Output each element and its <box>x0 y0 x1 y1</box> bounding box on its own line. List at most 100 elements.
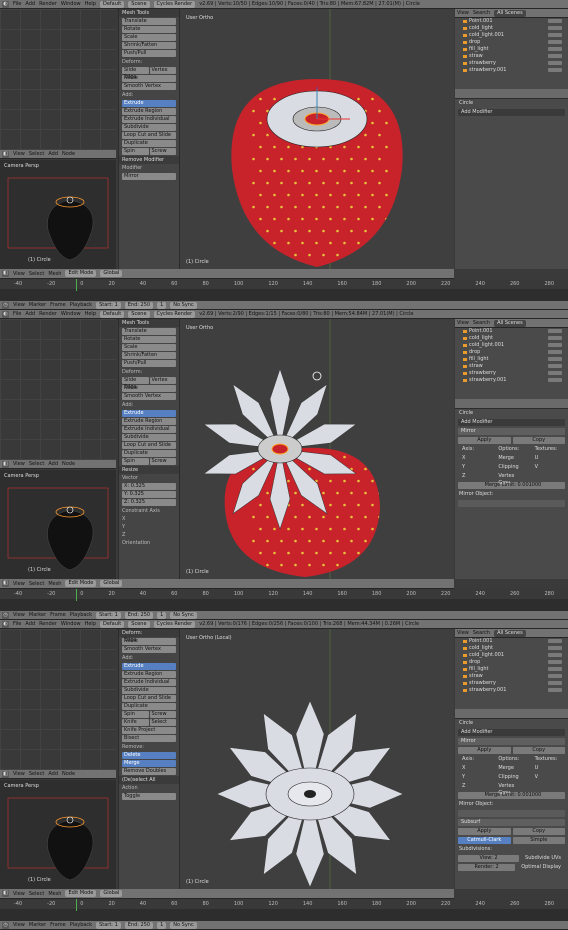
current-frame-field[interactable]: 1 <box>157 611 167 619</box>
tool-button-extrude-region[interactable]: Extrude Region <box>122 671 176 678</box>
add-modifier-button[interactable]: Add Modifier <box>458 109 565 116</box>
outliner-all-scenes[interactable]: All Scenes <box>494 629 526 637</box>
apply-button[interactable]: Apply <box>458 747 511 754</box>
current-frame-field[interactable]: 1 <box>157 301 167 309</box>
subdivide-uvs-checkbox[interactable]: Subdivide UVs <box>521 855 565 862</box>
mirror-object-field[interactable] <box>458 500 565 507</box>
tool-button-subdivide[interactable]: Subdivide <box>122 124 176 131</box>
menu-add[interactable]: Add <box>25 621 35 627</box>
tool-button-spin[interactable]: Spin <box>122 711 149 718</box>
timeline-menu-playback[interactable]: Playback <box>70 922 92 928</box>
visibility-icons[interactable] <box>548 19 562 23</box>
menu-file[interactable]: File <box>13 1 21 7</box>
properties-tabs[interactable] <box>455 399 568 409</box>
menu-file[interactable]: File <box>13 311 21 317</box>
tool-panel-header[interactable]: (De)select All <box>119 776 179 784</box>
viewport-3d[interactable]: User Ortho (1) Circle <box>180 9 454 269</box>
outliner-item[interactable]: straw <box>455 363 568 370</box>
layout-select[interactable]: Default <box>100 620 125 628</box>
option-checkbox[interactable]: Clipping <box>494 774 528 781</box>
scene-select[interactable]: Scene <box>128 620 150 628</box>
texture-checkbox[interactable] <box>531 783 565 790</box>
outliner-view[interactable]: View <box>457 320 469 326</box>
timeline-menu-playback[interactable]: Playback <box>70 612 92 618</box>
node-menu-view[interactable]: View <box>13 461 25 467</box>
tool-button-toggle[interactable]: Toggle <box>122 793 176 800</box>
tool-button-screw[interactable]: Screw <box>149 148 176 155</box>
subsurf-modifier-header[interactable]: Subsurf <box>458 819 565 826</box>
optimal-display-checkbox[interactable]: Optimal Display <box>517 864 565 871</box>
outliner-search[interactable]: Search <box>473 10 490 16</box>
outliner-item[interactable]: drop <box>455 39 568 46</box>
timeline-menu-marker[interactable]: Marker <box>29 922 46 928</box>
menu-window[interactable]: Window <box>61 621 81 627</box>
end-frame-field[interactable]: End: 250 <box>124 611 154 619</box>
node-editor[interactable] <box>0 629 116 777</box>
menu-window[interactable]: Window <box>61 1 81 7</box>
start-frame-field[interactable]: Start: 1 <box>96 921 121 929</box>
tool-button-slide-edge[interactable]: Slide Edge <box>122 377 149 390</box>
tool-shelf-header[interactable]: Mesh Tools <box>119 319 179 327</box>
node-menu-view[interactable]: View <box>13 151 25 157</box>
tool-panel-header[interactable]: Remove Modifier <box>119 156 179 164</box>
current-frame-field[interactable]: 1 <box>157 921 167 929</box>
timeline[interactable]: -40 -20 0 20 40 60 80 100 120 140 160 180 200 220 240 2… <box>0 899 568 921</box>
tool-button-vertex[interactable]: Vertex <box>149 377 176 384</box>
axis-checkbox[interactable]: X <box>458 765 492 772</box>
timeline-menu-frame[interactable]: Frame <box>50 612 66 618</box>
apply-button[interactable]: Apply <box>458 437 511 444</box>
outliner-item[interactable]: drop <box>455 659 568 666</box>
timeline-menu-view[interactable]: View <box>13 922 25 928</box>
menu-add[interactable]: Add <box>25 1 35 7</box>
timeline-menu-view[interactable]: View <box>13 302 25 308</box>
visibility-icons[interactable] <box>548 674 562 678</box>
current-frame-marker[interactable] <box>76 589 77 601</box>
axis-checkbox[interactable]: Y <box>458 774 492 781</box>
editor-type-icon[interactable]: ◧ <box>2 270 9 277</box>
outliner-item[interactable]: Point.001 <box>455 18 568 25</box>
outliner-item[interactable]: strawberry <box>455 370 568 377</box>
add-modifier-button[interactable]: Add Modifier <box>458 419 565 426</box>
tool-button-scale[interactable]: Scale <box>122 34 176 41</box>
tool-button-smooth-vertex[interactable]: Smooth Vertex <box>122 83 176 90</box>
visibility-icons[interactable] <box>548 350 562 354</box>
camera-viewport[interactable]: Camera Persp (1) Circle <box>0 470 116 579</box>
editor-type-icon[interactable]: ◧ <box>2 770 9 778</box>
merge-limit-field[interactable]: Merge Limit: 0.001000 <box>458 792 565 799</box>
tool-button-duplicate[interactable]: Duplicate <box>122 703 176 710</box>
menu-render[interactable]: Render <box>39 621 57 627</box>
viewport-3d[interactable]: User Ortho (Local) (1) Circle <box>180 629 454 889</box>
tool-button-translate[interactable]: Translate <box>122 18 176 25</box>
view-levels-field[interactable]: View: 2 <box>458 855 520 862</box>
render-levels-field[interactable]: Render: 2 <box>458 864 516 871</box>
tool-button-loop-cut-and-slide[interactable]: Loop Cut and Slide <box>122 695 176 702</box>
visibility-icons[interactable] <box>548 61 562 65</box>
header-view[interactable]: View <box>13 271 25 277</box>
tool-button-remove-doubles[interactable]: Remove Doubles <box>122 768 176 775</box>
tool-button-extrude-individual[interactable]: Extrude Individual <box>122 426 176 433</box>
axis-checkbox[interactable]: Z <box>458 473 492 480</box>
timeline-menu-frame[interactable]: Frame <box>50 302 66 308</box>
outliner-item[interactable]: strawberry.001 <box>455 377 568 384</box>
visibility-icons[interactable] <box>548 667 562 671</box>
node-editor[interactable] <box>0 9 116 157</box>
tool-button-noise[interactable]: Noise <box>122 638 176 645</box>
tool-button-vertex[interactable]: Vertex <box>149 67 176 74</box>
outliner-item[interactable]: fill_light <box>455 46 568 53</box>
outliner-item[interactable]: fill_light <box>455 666 568 673</box>
start-frame-field[interactable]: Start: 1 <box>96 611 121 619</box>
header-global[interactable]: Global <box>100 270 123 277</box>
header-select[interactable]: Select <box>29 271 44 277</box>
mirror-modifier-header[interactable]: Mirror <box>458 738 565 745</box>
header-mesh[interactable]: Mesh <box>48 271 61 277</box>
visibility-icons[interactable] <box>548 336 562 340</box>
option-checkbox[interactable]: Merge <box>494 455 528 462</box>
timeline-menu-playback[interactable]: Playback <box>70 302 92 308</box>
menu-help[interactable]: Help <box>85 621 96 627</box>
tool-button-spin[interactable]: Spin <box>122 458 149 465</box>
editor-type-icon[interactable]: ◷ <box>2 301 9 309</box>
camera-viewport[interactable]: Camera Persp (1) Circle <box>0 160 116 269</box>
visibility-icons[interactable] <box>548 54 562 58</box>
header-mesh[interactable]: Mesh <box>48 581 61 587</box>
tool-button-translate[interactable]: Translate <box>122 328 176 335</box>
